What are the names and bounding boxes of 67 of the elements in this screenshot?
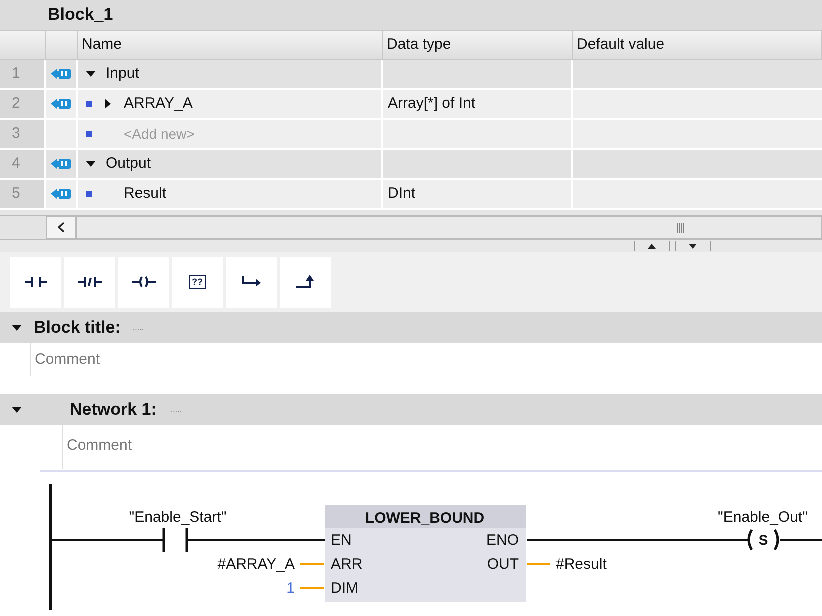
input-pin-label: DIM [331, 580, 358, 597]
ladder-element-button[interactable] [118, 256, 169, 308]
row-number: 2 [0, 90, 46, 118]
constant-operand[interactable]: 1 [286, 580, 295, 597]
interface-tag-icon [51, 68, 71, 80]
coil-operand[interactable]: "Enable_Out" [718, 509, 808, 526]
box-title: LOWER_BOUND [365, 510, 485, 527]
interface-tag-icon [51, 98, 71, 110]
member-square-icon [86, 191, 92, 197]
row-number: 5 [0, 180, 46, 208]
block-name: Block_1 [48, 4, 114, 26]
normally-closed-contact-icon [78, 276, 102, 288]
branch-arrow-icon [242, 276, 262, 288]
output-pin-label: ENO [486, 532, 519, 549]
scroll-down-button[interactable] [675, 241, 711, 251]
close-branch-icon [296, 275, 316, 289]
column-header[interactable]: Default value [573, 31, 822, 59]
scroll-left-button[interactable] [46, 216, 76, 239]
parameter-wire [300, 563, 324, 565]
rung-wire [780, 539, 822, 541]
parameter-wire [527, 563, 550, 565]
column-header[interactable]: Name [78, 31, 383, 59]
coil-type-label: S [758, 532, 768, 548]
ladder-element-button[interactable] [64, 256, 115, 308]
network-label: Network 1: [70, 398, 157, 421]
input-pin-label: EN [331, 532, 352, 549]
contact-symbol[interactable] [162, 528, 188, 552]
scroll-grip-icon [677, 222, 685, 232]
block-title-label: Block title: [34, 316, 121, 339]
scroll-up-button[interactable] [634, 241, 670, 251]
output-pin-label: OUT [487, 556, 519, 573]
coil-symbol[interactable] [748, 529, 780, 551]
function-box[interactable] [325, 505, 526, 602]
row-number: 4 [0, 150, 46, 178]
member-name: ARRAY_A [124, 94, 193, 114]
interface-tag-icon [51, 158, 71, 170]
ladder-element-button[interactable] [10, 256, 61, 308]
output-operand[interactable]: #Result [556, 556, 607, 573]
chevron-left-icon [58, 222, 64, 233]
interface-tag-icon [51, 188, 71, 200]
collapsed-triangle-icon[interactable] [103, 99, 113, 109]
member-name: Input [106, 64, 140, 84]
input-pin-label: ARR [331, 556, 363, 573]
row-number: 1 [0, 60, 46, 88]
parameter-wire [300, 587, 324, 589]
ladder-element-button[interactable] [226, 256, 277, 308]
member-square-icon [86, 101, 92, 107]
column-header[interactable]: Data type [383, 31, 573, 59]
comment-field[interactable]: Comment [62, 425, 822, 469]
member-name: Result [124, 184, 167, 204]
expanded-triangle-icon[interactable] [12, 322, 22, 332]
member-square-icon [86, 131, 92, 137]
ladder-element-button[interactable] [280, 256, 331, 308]
row-number: 3 [0, 120, 46, 148]
coil-icon [132, 276, 156, 288]
normally-open-contact-icon [24, 276, 46, 288]
contact-operand[interactable]: "Enable_Start" [129, 509, 227, 526]
ladder-element-button[interactable]: ?? [172, 256, 223, 308]
expanded-triangle-icon[interactable] [86, 159, 96, 169]
expanded-triangle-icon[interactable] [12, 404, 22, 414]
down-arrow-icon [689, 244, 697, 248]
expanded-triangle-icon[interactable] [86, 69, 96, 79]
comment-field[interactable]: Comment [30, 343, 822, 376]
member-name: Output [106, 154, 152, 174]
input-operand[interactable]: #ARRAY_A [218, 556, 295, 573]
empty-box-icon: ?? [189, 275, 206, 289]
up-arrow-icon [648, 244, 656, 248]
